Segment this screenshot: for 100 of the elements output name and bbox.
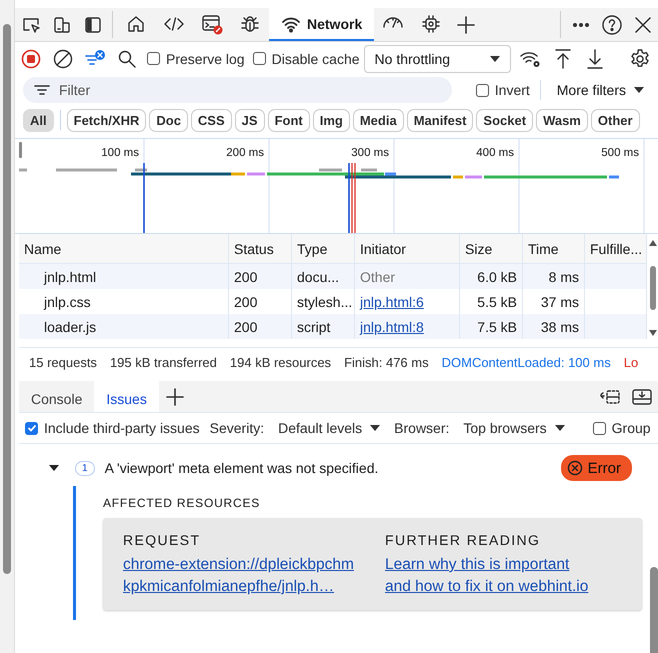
column-heading: FURTHER READING bbox=[385, 532, 542, 548]
severity-label: Severity: bbox=[210, 420, 264, 436]
type-filter-chip[interactable]: Media bbox=[352, 108, 404, 132]
caret-icon bbox=[554, 424, 565, 432]
table-cell: Other bbox=[360, 268, 396, 284]
caret-icon bbox=[370, 424, 380, 432]
initiator-link[interactable]: jnlp.html:6 bbox=[360, 294, 424, 310]
time-tick-label: 200 ms bbox=[226, 147, 264, 159]
type-filter-chip[interactable]: Socket bbox=[476, 108, 534, 132]
table-cell bbox=[585, 264, 647, 289]
column-header[interactable]: Status bbox=[229, 234, 292, 264]
type-filter-chip[interactable]: JS bbox=[234, 108, 265, 132]
further-reading-link[interactable]: Learn why this is important and how to fix it on webhint.io bbox=[385, 554, 590, 598]
expanded-caret-icon[interactable] bbox=[49, 464, 59, 472]
record-icon[interactable] bbox=[20, 48, 42, 70]
severity-dropdown[interactable]: Default levels bbox=[274, 420, 384, 436]
dock-icon[interactable] bbox=[599, 388, 621, 406]
table-cell[interactable]: jnlp.html bbox=[19, 264, 229, 289]
device-icon[interactable] bbox=[52, 14, 72, 34]
scrollbar-thumb[interactable] bbox=[650, 567, 658, 653]
summary-text: 194 kB resources bbox=[230, 355, 332, 370]
search-icon[interactable] bbox=[117, 48, 137, 68]
sidebar-icon[interactable] bbox=[82, 14, 102, 34]
type-filter-chip[interactable]: CSS bbox=[190, 108, 232, 132]
upload-icon[interactable] bbox=[553, 48, 574, 70]
overview-handle[interactable] bbox=[19, 142, 22, 158]
request-link[interactable]: chrome-extension://dpleickbpchmkpkmicanfolmianepfhe/jnlp.h… bbox=[123, 554, 355, 598]
table-cell: 6.0 kB bbox=[460, 264, 523, 289]
filter-field[interactable]: Filter bbox=[23, 77, 452, 103]
drawer-tab[interactable]: Issues bbox=[94, 381, 159, 412]
wifi-icon[interactable] bbox=[281, 14, 301, 32]
plus-icon[interactable] bbox=[456, 14, 476, 34]
panel-tab[interactable]: Network bbox=[269, 8, 374, 41]
summary-text: DOMContentLoaded: 100 ms bbox=[442, 355, 611, 370]
summary-text: Lo bbox=[624, 355, 638, 370]
column-heading: REQUEST bbox=[123, 532, 202, 548]
load-marker bbox=[351, 163, 356, 233]
throttling-dropdown[interactable]: No throttling bbox=[364, 44, 512, 72]
bug-icon[interactable] bbox=[240, 14, 260, 34]
error-badge: Error bbox=[560, 455, 632, 481]
help-icon[interactable] bbox=[600, 14, 622, 36]
checkbox[interactable] bbox=[147, 52, 160, 65]
error-icon bbox=[566, 460, 583, 476]
caret-icon bbox=[490, 54, 500, 62]
caret-icon bbox=[634, 86, 644, 94]
table-cell: 38 ms bbox=[523, 314, 585, 339]
table-cell bbox=[585, 314, 647, 339]
type-filter-chip[interactable]: Manifest bbox=[406, 108, 474, 132]
scroll-up-icon[interactable] bbox=[649, 240, 657, 246]
time-tick-label: 500 ms bbox=[601, 147, 639, 159]
scrollbar-thumb[interactable] bbox=[650, 266, 656, 310]
close-icon[interactable] bbox=[632, 14, 652, 34]
plus-icon[interactable] bbox=[164, 386, 185, 406]
checkbox[interactable] bbox=[25, 422, 38, 434]
time-tick-label: 400 ms bbox=[476, 147, 514, 159]
more-filters-dropdown[interactable]: More filters bbox=[550, 81, 650, 99]
checkbox[interactable] bbox=[476, 84, 489, 96]
scrollbar-thumb[interactable] bbox=[3, 24, 11, 574]
scroll-down-icon[interactable] bbox=[649, 330, 657, 336]
column-header[interactable]: Time bbox=[523, 234, 585, 264]
column-header[interactable]: Type bbox=[292, 234, 355, 264]
type-filter-chip[interactable]: Fetch/XHR bbox=[66, 108, 146, 132]
time-tick-label: 300 ms bbox=[351, 147, 389, 159]
settings-icon[interactable] bbox=[629, 48, 651, 70]
type-filter-chip[interactable]: Doc bbox=[149, 108, 188, 132]
browser-dropdown[interactable]: Top browsers bbox=[459, 420, 569, 436]
time-tick-label: 100 ms bbox=[101, 147, 139, 159]
column-header[interactable]: Name bbox=[19, 234, 229, 264]
table-cell: script bbox=[292, 314, 355, 339]
summary-text: 195 kB transferred bbox=[110, 355, 217, 370]
type-filter-chip[interactable]: Other bbox=[590, 108, 640, 132]
type-filter-chip[interactable]: Wasm bbox=[536, 108, 588, 132]
checkbox-label: Disable cache bbox=[272, 50, 360, 66]
type-filter-chip[interactable]: All bbox=[23, 108, 54, 132]
table-cell[interactable]: loader.js bbox=[19, 314, 229, 339]
home-icon[interactable] bbox=[126, 14, 146, 34]
table-cell: docu... bbox=[292, 264, 355, 289]
drawer-tab[interactable]: Console bbox=[19, 381, 94, 412]
download-icon[interactable] bbox=[585, 48, 606, 70]
dom-content-loaded-marker bbox=[143, 163, 145, 233]
column-header[interactable]: Initiator bbox=[355, 234, 460, 264]
column-header[interactable]: Fulfille... bbox=[585, 234, 647, 264]
checkbox-label: Group bbox=[612, 420, 651, 436]
type-filter-chip[interactable]: Font bbox=[268, 108, 310, 132]
browser-label: Browser: bbox=[394, 420, 450, 436]
type-filter-chip[interactable]: Img bbox=[312, 108, 350, 132]
dock-bottom-icon[interactable] bbox=[631, 388, 653, 406]
issue-count-badge: 1 bbox=[75, 460, 95, 476]
checkbox-label: Preserve log bbox=[166, 50, 245, 66]
issue-message[interactable]: A 'viewport' meta element was not specified. bbox=[104, 460, 551, 476]
checkbox[interactable] bbox=[252, 52, 266, 65]
section-heading: AFFECTED RESOURCES bbox=[103, 496, 262, 510]
table-cell: 8 ms bbox=[523, 264, 585, 289]
console-icon[interactable] bbox=[201, 12, 223, 34]
summary-text: Finish: 476 ms bbox=[344, 355, 429, 370]
table-cell: 200 bbox=[229, 264, 292, 289]
chip-icon[interactable] bbox=[421, 14, 442, 34]
column-header[interactable]: Size bbox=[460, 234, 523, 264]
checkbox[interactable] bbox=[592, 422, 606, 434]
clear-icon[interactable] bbox=[52, 48, 74, 70]
